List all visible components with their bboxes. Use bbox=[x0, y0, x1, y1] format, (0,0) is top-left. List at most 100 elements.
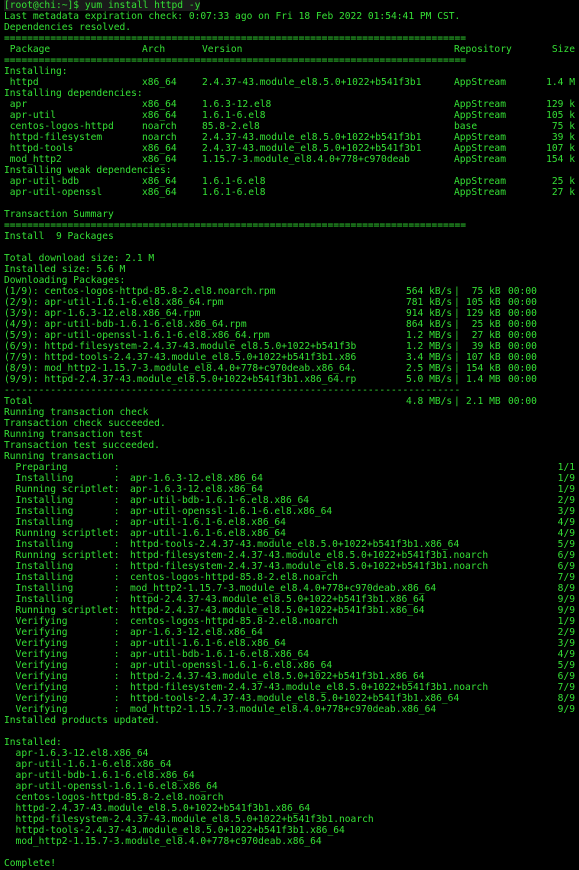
step-count: 6/9 bbox=[557, 561, 575, 572]
download-speed: 5.0 MB/s bbox=[406, 374, 453, 385]
download-size: 27 kB bbox=[466, 330, 501, 341]
transaction-step: Installing : centos-logos-httpd-85.8-2.el… bbox=[4, 572, 579, 583]
blank bbox=[4, 198, 579, 209]
header-package: Package bbox=[4, 44, 51, 55]
step-count: 6/9 bbox=[557, 671, 575, 682]
total-row: Total 4.8 MB/s | 2.1 MB 00:00 bbox=[4, 396, 579, 407]
header-version: Version bbox=[202, 44, 243, 55]
step-package: apr-1.6.3-12.el8.x86_64 bbox=[130, 484, 263, 495]
package-size: 107 k bbox=[546, 143, 575, 154]
step-package: mod_http2-1.15.7-3.module_el8.4.0+778+c9… bbox=[130, 704, 437, 715]
package-repo: AppStream bbox=[454, 154, 506, 165]
package-arch: noarch bbox=[142, 132, 177, 143]
download-name: (2/9): apr-util-1.6.1-6.el8.x86_64.rpm bbox=[4, 297, 224, 308]
installed-item: centos-logos-httpd-85.8-2.el8.noarch bbox=[4, 792, 224, 803]
package-size: 25 k bbox=[551, 176, 575, 187]
download-speed: 864 kB/s bbox=[406, 319, 453, 330]
transaction-step: Installing : httpd-2.4.37-43.module_el8.5… bbox=[4, 594, 579, 605]
installed-item: mod_http2-1.15.7-3.module_el8.4.0+778+c9… bbox=[4, 836, 322, 847]
installing-label: Installing: bbox=[4, 66, 68, 77]
step-package: apr-1.6.3-12.el8.x86_64 bbox=[130, 473, 263, 484]
package-repo: AppStream bbox=[454, 77, 506, 88]
step-count: 1/9 bbox=[557, 616, 575, 627]
step-package: centos-logos-httpd-85.8-2.el8.noarch bbox=[130, 616, 338, 627]
package-repo: AppStream bbox=[454, 99, 506, 110]
step-count: 7/9 bbox=[557, 682, 575, 693]
step-action: Verifying : bbox=[4, 638, 120, 649]
total-download: Total download size: 2.1 M bbox=[4, 253, 155, 264]
step-action: Verifying : bbox=[4, 660, 120, 671]
package-row: mod_http2 x86_64 1.15.7-3.module_el8.4.0+7… bbox=[4, 154, 579, 165]
download-time: 00:00 bbox=[508, 286, 537, 297]
step-count: 6/9 bbox=[557, 550, 575, 561]
step-count: 2/9 bbox=[557, 495, 575, 506]
download-time: 00:00 bbox=[508, 319, 537, 330]
download-speed: 3.4 MB/s bbox=[406, 352, 453, 363]
step-count: 5/9 bbox=[557, 660, 575, 671]
package-version: 1.6.1-6.el8 bbox=[202, 176, 266, 187]
package-name: httpd bbox=[4, 77, 39, 88]
package-version: 2.4.37-43.module_el8.5.0+1022+b541f3b1 bbox=[202, 143, 422, 154]
package-row: centos-logos-httpd noarch 85.8-2.el8 base 75… bbox=[4, 121, 579, 132]
transaction-step: Installing : mod_http2-1.15.7-3.module_el… bbox=[4, 583, 579, 594]
download-separator: | bbox=[454, 308, 460, 319]
download-speed: 2.5 MB/s bbox=[406, 363, 453, 374]
transaction-step: Running scriptlet: apr-util-1.6.1-6.el8.x… bbox=[4, 528, 579, 539]
download-name: (4/9): apr-util-bdb-1.6.1-6.el8.x86_64.r… bbox=[4, 319, 247, 330]
package-name: apr-util-openssl bbox=[4, 187, 103, 198]
weak-label: Installing weak dependencies: bbox=[4, 165, 172, 176]
separator: ========================================… bbox=[4, 33, 467, 44]
step-package: apr-util-openssl-1.6.1-6.el8.x86_64 bbox=[130, 660, 333, 671]
transaction-step: Verifying : apr-util-bdb-1.6.1-6.el8.x86_… bbox=[4, 649, 579, 660]
download-separator: | bbox=[454, 363, 460, 374]
package-arch: x86_64 bbox=[142, 154, 177, 165]
download-time: 00:00 bbox=[508, 297, 537, 308]
step-package: apr-1.6.3-12.el8.x86_64 bbox=[130, 627, 263, 638]
step-action: Installing : bbox=[4, 561, 120, 572]
download-row: (8/9): mod_http2-1.15.7-3.module_el8.4.0… bbox=[4, 363, 579, 374]
package-name: apr-util-bdb bbox=[4, 176, 80, 187]
download-size: 25 kB bbox=[466, 319, 501, 330]
complete-line: Complete! bbox=[4, 858, 56, 869]
deps-label: Installing dependencies: bbox=[4, 88, 143, 99]
download-name: (1/9): centos-logos-httpd-85.8-2.el8.noa… bbox=[4, 286, 276, 297]
package-name: mod_http2 bbox=[4, 154, 62, 165]
step-count: 1/9 bbox=[557, 484, 575, 495]
download-row: (5/9): apr-util-openssl-1.6.1-6.el8.x86_… bbox=[4, 330, 579, 341]
transaction-step: Verifying : centos-logos-httpd-85.8-2.el8… bbox=[4, 616, 579, 627]
download-name: (8/9): mod_http2-1.15.7-3.module_el8.4.0… bbox=[4, 363, 357, 374]
download-size: 75 kB bbox=[466, 286, 501, 297]
header-repo: Repository bbox=[454, 44, 512, 55]
download-separator: | bbox=[454, 286, 460, 297]
step-package: httpd-2.4.37-43.module_el8.5.0+1022+b541… bbox=[130, 671, 425, 682]
step-count: 7/9 bbox=[557, 572, 575, 583]
package-repo: AppStream bbox=[454, 132, 506, 143]
separator: ========================================… bbox=[4, 220, 467, 231]
download-separator: | bbox=[454, 352, 460, 363]
step-count: 3/9 bbox=[557, 638, 575, 649]
dep-rows: apr x86_64 1.6.3-12.el8 AppStream 129 k apr-… bbox=[4, 99, 579, 165]
transaction-step: Running scriptlet: httpd-2.4.37-43.module… bbox=[4, 605, 579, 616]
step-package: centos-logos-httpd-85.8-2.el8.noarch bbox=[130, 572, 338, 583]
step-package: httpd-tools-2.4.37-43.module_el8.5.0+102… bbox=[130, 693, 460, 704]
download-name: (5/9): apr-util-openssl-1.6.1-6.el8.x86_… bbox=[4, 330, 270, 341]
step-action: Verifying : bbox=[4, 682, 120, 693]
download-row: (4/9): apr-util-bdb-1.6.1-6.el8.x86_64.r… bbox=[4, 319, 579, 330]
download-separator: | bbox=[454, 330, 460, 341]
download-row: (6/9): httpd-filesystem-2.4.37-43.module… bbox=[4, 341, 579, 352]
step-package: httpd-filesystem-2.4.37-43.module_el8.5.… bbox=[130, 561, 489, 572]
package-row: httpd-filesystem noarch 2.4.37-43.module_e… bbox=[4, 132, 579, 143]
step-count: 4/9 bbox=[557, 649, 575, 660]
blank bbox=[4, 847, 579, 858]
download-time: 00:00 bbox=[508, 374, 537, 385]
check-ok-line: Transaction check succeeded. bbox=[4, 418, 166, 429]
package-repo: AppStream bbox=[454, 176, 506, 187]
download-time: 00:00 bbox=[508, 308, 537, 319]
step-package: httpd-filesystem-2.4.37-43.module_el8.5.… bbox=[130, 682, 489, 693]
terminal-window[interactable]: [root@chi:~]$ yum install httpd -y Last … bbox=[4, 0, 579, 870]
header-arch: Arch bbox=[142, 44, 166, 55]
transaction-step: Installing : apr-1.6.3-12.el8.x86_64 1/9 bbox=[4, 473, 579, 484]
resolved-line: Dependencies resolved. bbox=[4, 22, 132, 33]
step-action: Verifying : bbox=[4, 616, 120, 627]
download-name: (7/9): httpd-tools-2.4.37-43.module_el8.… bbox=[4, 352, 357, 363]
